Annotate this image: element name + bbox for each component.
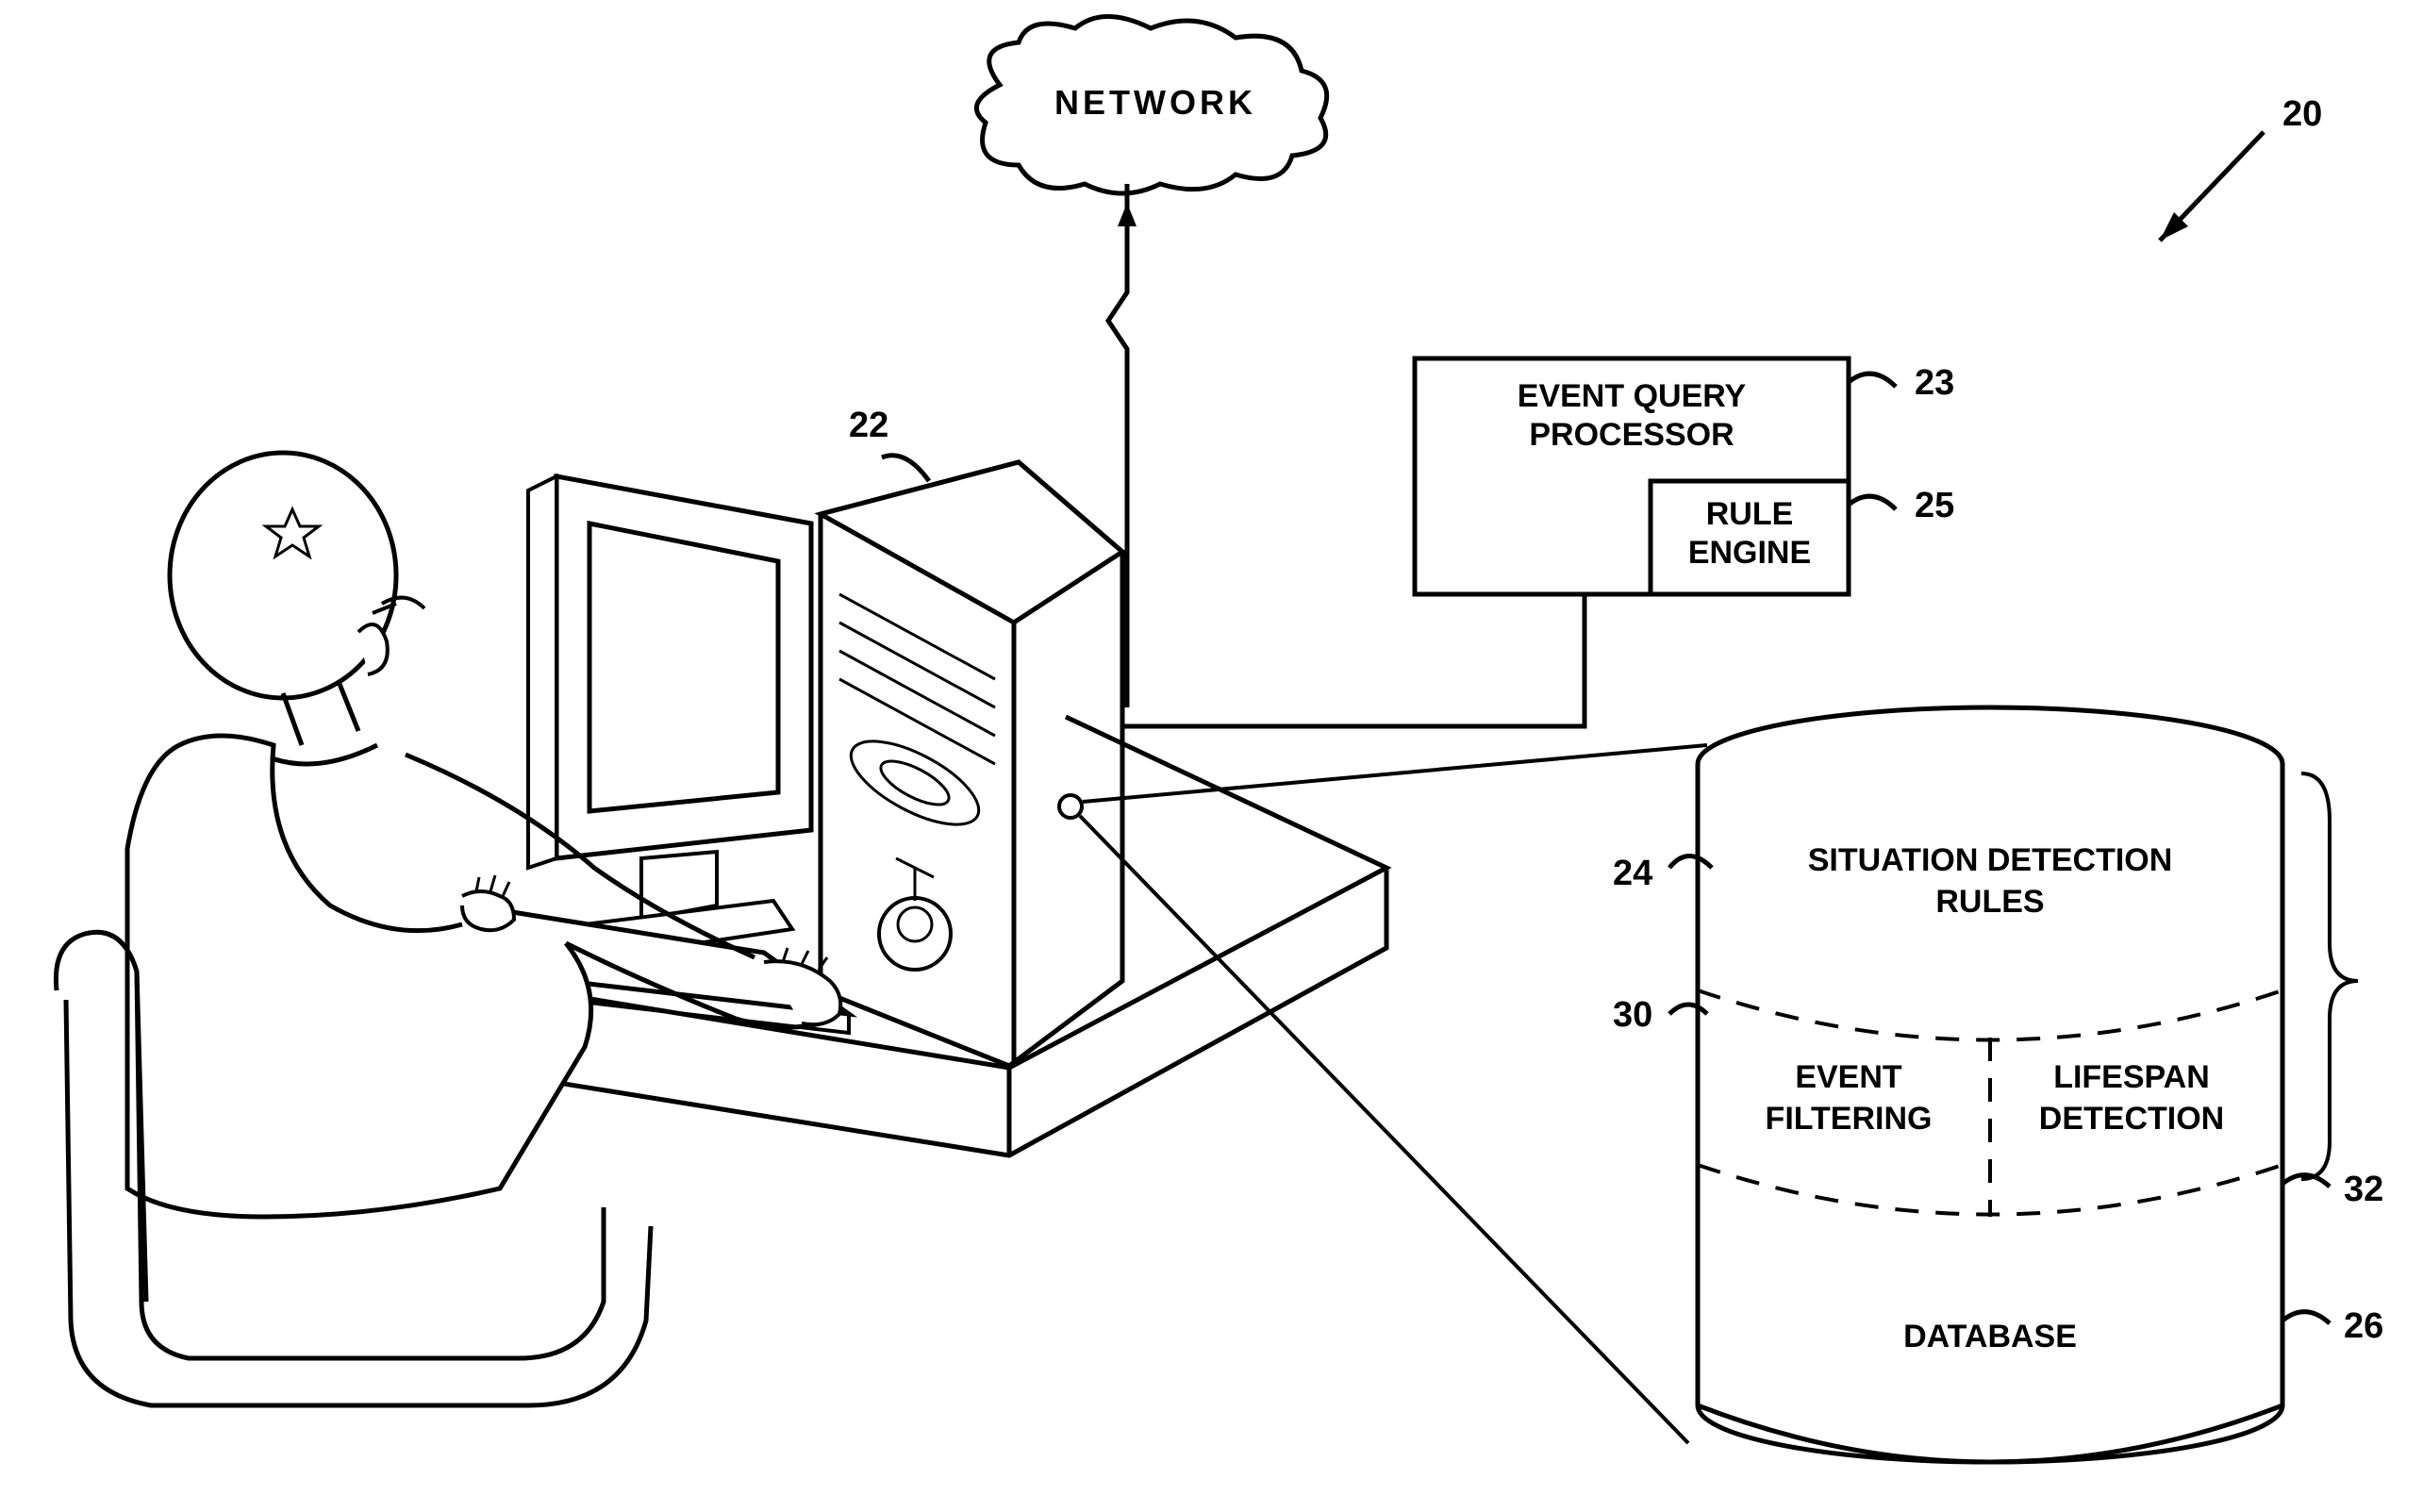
monitor-side bbox=[528, 476, 556, 868]
connection-point bbox=[1059, 795, 1082, 818]
ref-22: 22 bbox=[849, 406, 888, 446]
event-filtering-label: EVENT FILTERING bbox=[1726, 1056, 1971, 1139]
ref-22-curve bbox=[882, 456, 929, 481]
lifespan-detection-label: LIFESPAN DETECTION bbox=[2009, 1056, 2254, 1139]
monitor-screen bbox=[589, 523, 778, 811]
situation-detection-label: SITUATION DETECTION RULES bbox=[1792, 839, 2188, 922]
network-label: NETWORK bbox=[1033, 83, 1278, 123]
ref-25: 25 bbox=[1915, 486, 1954, 526]
ref-32-curve bbox=[2282, 1175, 2330, 1187]
power-button-inner bbox=[898, 907, 932, 941]
bracket bbox=[2301, 773, 2358, 1179]
database-label: DATABASE bbox=[1839, 1316, 2141, 1357]
ref-24: 24 bbox=[1613, 854, 1652, 894]
ref-23: 23 bbox=[1915, 363, 1954, 404]
ref-30: 30 bbox=[1613, 995, 1652, 1036]
patent-diagram: NETWORK 20 22 23 25 24 30 32 26 EVENT QU… bbox=[0, 0, 2423, 1512]
ref-20: 20 bbox=[2282, 94, 2322, 135]
network-arrowhead-up bbox=[1118, 203, 1137, 226]
ref-26: 26 bbox=[2344, 1306, 2383, 1347]
eqp-label: EVENT QUERY PROCESSOR bbox=[1443, 377, 1820, 455]
projection-line-top bbox=[1083, 745, 1707, 802]
left-hand bbox=[462, 891, 514, 930]
ref-23-curve bbox=[1849, 374, 1896, 387]
tower-eqp-connector bbox=[1122, 594, 1585, 726]
diagram-svg bbox=[0, 0, 2423, 1512]
person-head bbox=[170, 453, 396, 698]
rule-engine-label: RULE ENGINE bbox=[1660, 495, 1839, 573]
ref-26-curve bbox=[2282, 1312, 2330, 1323]
ref-25-curve bbox=[1849, 496, 1896, 509]
person-ear bbox=[358, 624, 388, 674]
ref-32: 32 bbox=[2344, 1170, 2383, 1210]
